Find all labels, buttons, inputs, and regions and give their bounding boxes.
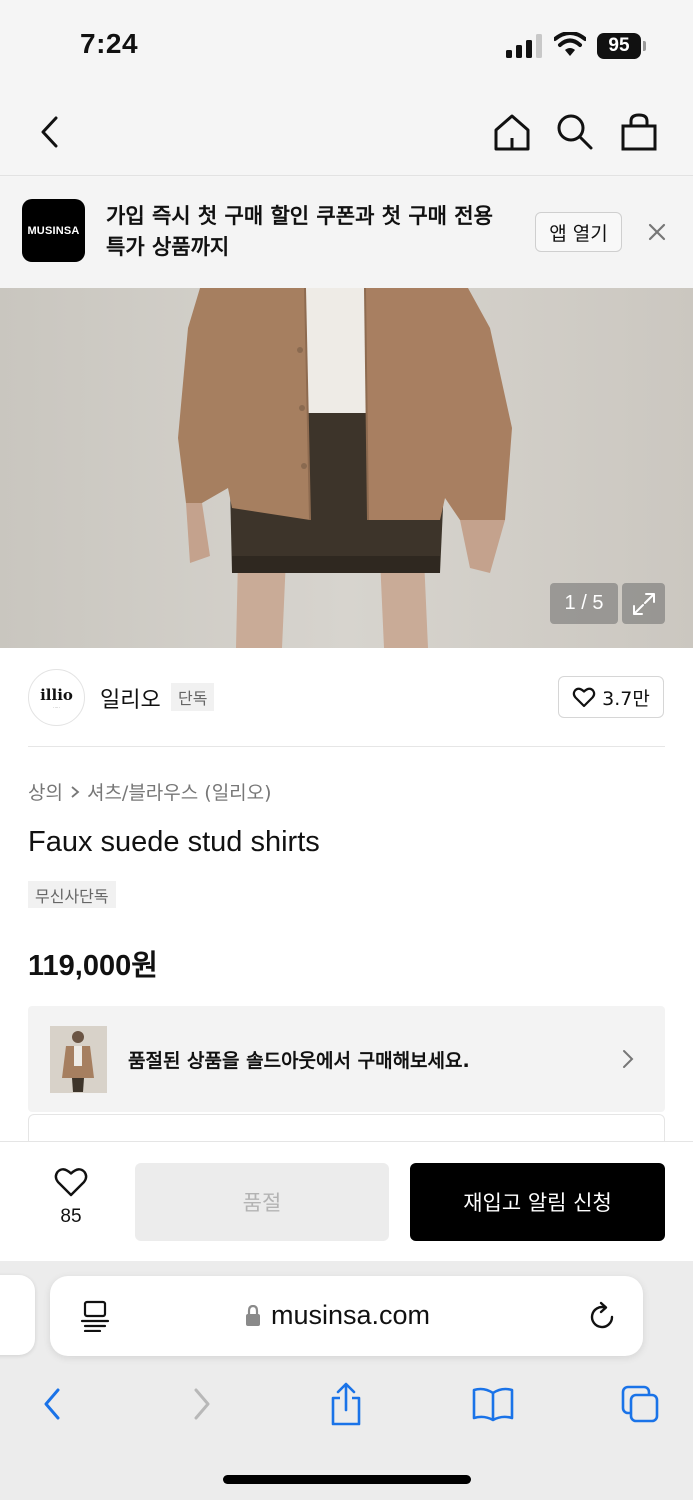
share-button[interactable] xyxy=(321,1379,371,1429)
browser-forward-button[interactable] xyxy=(177,1379,227,1429)
brand-like-button[interactable]: 3.7만 xyxy=(558,676,664,718)
soldout-thumbnail xyxy=(50,1026,107,1093)
tabs-button[interactable] xyxy=(615,1379,665,1429)
brand-like-count: 3.7만 xyxy=(602,687,650,710)
wishlist-count: 85 xyxy=(60,1206,82,1227)
battery-icon: 95 xyxy=(597,33,647,59)
next-section-card xyxy=(28,1114,665,1142)
share-icon xyxy=(331,1382,361,1426)
image-counter: 1 / 5 xyxy=(550,583,618,624)
brand-exclusive-badge: 단독 xyxy=(171,683,215,711)
tabs-icon xyxy=(621,1385,659,1423)
breadcrumb-category[interactable]: 상의 xyxy=(28,778,63,805)
promo-message: 가입 즉시 첫 구매 할인 쿠폰과 첫 구매 전용 특가 상품까지 xyxy=(106,204,493,259)
restock-alert-button[interactable]: 재입고 알림 신청 xyxy=(410,1163,665,1241)
bookmarks-button[interactable] xyxy=(468,1379,518,1429)
status-time: 7:24 xyxy=(80,28,139,59)
forward-chevron-icon xyxy=(194,1388,210,1420)
heart-icon xyxy=(572,687,596,708)
breadcrumb-subcategory[interactable]: 셔츠/블라우스 (일리오) xyxy=(87,778,272,805)
back-button[interactable] xyxy=(26,108,74,156)
brand-name[interactable]: 일리오 xyxy=(100,682,161,714)
musinsa-logo: MUSINSA xyxy=(22,199,85,262)
chevron-right-icon xyxy=(71,785,80,798)
product-price: 119,000원 xyxy=(28,950,158,982)
breadcrumb: 상의 셔츠/블라우스 (일리오) xyxy=(28,778,272,805)
battery-level: 95 xyxy=(597,33,641,59)
soldout-promo-card[interactable]: 품절된 상품을 솔드아웃에서 구매해보세요. xyxy=(28,1006,665,1112)
browser-chrome: musinsa.com xyxy=(0,1261,693,1500)
open-app-button[interactable]: 앱 열기 xyxy=(535,212,622,252)
back-chevron-icon xyxy=(44,1388,60,1420)
brand-logo[interactable]: illio ····· xyxy=(28,669,85,726)
url-display[interactable]: musinsa.com xyxy=(245,1300,430,1331)
expand-image-button[interactable] xyxy=(622,583,665,624)
app-promo-banner: MUSINSA 가입 즉시 첫 구매 할인 쿠폰과 첫 구매 전용 특가 상품까… xyxy=(0,177,693,288)
home-indicator xyxy=(223,1475,471,1484)
heart-icon xyxy=(54,1168,88,1197)
url-text: musinsa.com xyxy=(271,1300,431,1330)
shopping-bag-icon xyxy=(621,113,657,151)
top-nav-bar xyxy=(0,90,693,176)
search-icon xyxy=(557,114,593,150)
divider xyxy=(28,746,665,747)
cart-button[interactable] xyxy=(615,108,663,156)
home-icon xyxy=(494,114,530,151)
bookmarks-icon xyxy=(472,1387,514,1422)
lock-icon xyxy=(246,1304,260,1326)
soldout-promo-text: 품절된 상품을 솔드아웃에서 구매해보세요. xyxy=(128,1050,470,1072)
product-info: illio ····· 일리오 단독 3.7만 상의 셔츠/블라우스 (일리오)… xyxy=(0,648,693,1142)
soldout-button[interactable]: 품절 xyxy=(135,1163,389,1241)
address-bar[interactable]: musinsa.com xyxy=(50,1276,643,1356)
wishlist-button[interactable]: 85 xyxy=(44,1166,98,1228)
expand-icon xyxy=(632,592,655,615)
cellular-signal-icon xyxy=(506,34,542,58)
reload-icon[interactable] xyxy=(588,1300,618,1332)
page-menu-icon[interactable] xyxy=(80,1300,110,1332)
chevron-right-icon xyxy=(623,1050,634,1068)
exclusive-tag: 무신사단독 xyxy=(28,881,116,908)
wifi-icon xyxy=(554,32,586,56)
back-chevron-icon xyxy=(41,116,58,148)
status-bar: 7:24 95 xyxy=(0,0,693,90)
previous-tab-peek[interactable] xyxy=(0,1275,35,1355)
browser-back-button[interactable] xyxy=(27,1379,77,1429)
home-button[interactable] xyxy=(488,108,536,156)
search-button[interactable] xyxy=(551,108,599,156)
bottom-action-bar: 85 품절 재입고 알림 신청 xyxy=(0,1141,693,1261)
product-title: Faux suede stud shirts xyxy=(28,826,320,858)
close-icon[interactable] xyxy=(643,218,671,246)
